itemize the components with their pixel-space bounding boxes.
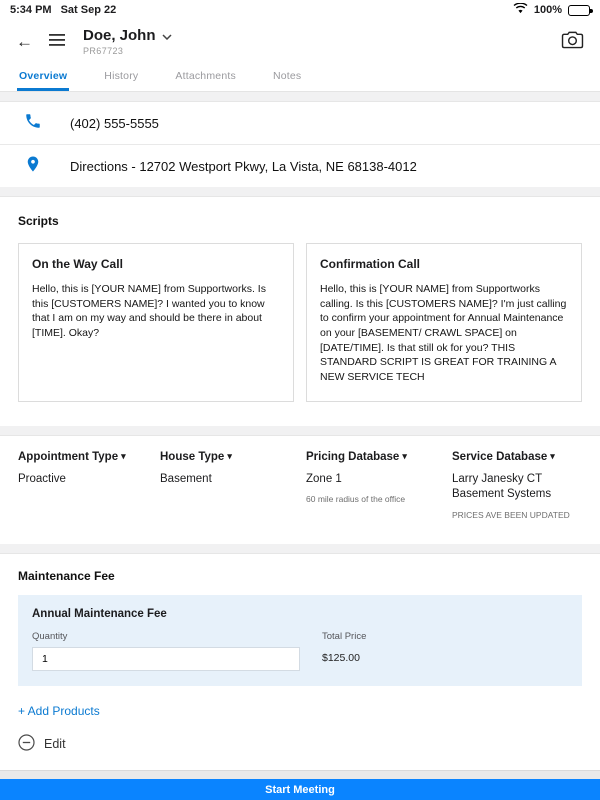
dropdown-arrow-icon: ▾ xyxy=(227,452,232,461)
back-button[interactable]: ← xyxy=(16,33,33,50)
dropdown-arrow-icon: ▾ xyxy=(121,452,126,461)
tab-history[interactable]: History xyxy=(102,61,140,91)
phone-icon xyxy=(24,112,42,135)
header: ← Doe, John PR67723 xyxy=(0,20,600,61)
script-card-body: Hello, this is [YOUR NAME] from Supportw… xyxy=(32,282,280,341)
directions-text: Directions - 12702 Westport Pkwy, La Vis… xyxy=(70,159,417,174)
dropdown-arrow-icon: ▾ xyxy=(402,452,407,461)
camera-button[interactable] xyxy=(561,30,584,54)
appointment-type-selector: Appointment Type ▾ Proactive xyxy=(18,451,160,520)
tab-overview[interactable]: Overview xyxy=(17,61,69,91)
total-price-value: $125.00 xyxy=(322,652,366,664)
quantity-input[interactable] xyxy=(32,647,300,671)
pricing-database-dropdown[interactable]: Pricing Database ▾ xyxy=(306,451,442,463)
service-database-value: Larry Janesky CT Basement Systems xyxy=(452,472,572,503)
empty-area xyxy=(0,770,600,779)
selectors-row: Appointment Type ▾ Proactive House Type … xyxy=(0,436,600,544)
hamburger-icon xyxy=(49,33,65,51)
service-database-note: PRICES AVE BEEN UPDATED xyxy=(452,510,572,520)
maintenance-fee-heading: Maintenance Fee xyxy=(18,569,582,583)
customer-name-dropdown[interactable]: Doe, John xyxy=(83,27,172,44)
appointment-type-value: Proactive xyxy=(18,472,150,488)
app-window: 5:34 PM Sat Sep 22 100% ← Doe, John xyxy=(0,0,600,800)
fee-item-title: Annual Maintenance Fee xyxy=(32,608,568,620)
script-card-title: On the Way Call xyxy=(32,257,280,271)
dropdown-arrow-icon: ▾ xyxy=(550,452,555,461)
pricing-database-note: 60 mile radius of the office xyxy=(306,494,442,504)
menu-button[interactable] xyxy=(49,33,65,51)
fee-card: Annual Maintenance Fee Quantity Total Pr… xyxy=(18,595,582,686)
status-bar: 5:34 PM Sat Sep 22 100% xyxy=(0,0,600,20)
camera-icon xyxy=(561,30,584,54)
house-type-selector: House Type ▾ Basement xyxy=(160,451,306,520)
back-arrow-icon: ← xyxy=(16,33,33,50)
service-database-selector: Service Database ▾ Larry Janesky CT Base… xyxy=(452,451,582,520)
add-products-link[interactable]: + Add Products xyxy=(0,686,600,720)
selector-label-text: Service Database xyxy=(452,451,547,463)
battery-icon xyxy=(568,5,590,16)
page-title: Doe, John xyxy=(83,27,156,44)
house-type-value: Basement xyxy=(160,472,296,488)
pricing-database-selector: Pricing Database ▾ Zone 1 60 mile radius… xyxy=(306,451,452,520)
tab-notes[interactable]: Notes xyxy=(271,61,303,91)
phone-row[interactable]: (402) 555-5555 xyxy=(0,102,600,144)
battery-percent: 100% xyxy=(534,4,562,16)
section-divider xyxy=(0,544,600,554)
selector-label-text: Pricing Database xyxy=(306,451,399,463)
script-card-confirmation: Confirmation Call Hello, this is [YOUR N… xyxy=(306,243,582,402)
directions-row[interactable]: Directions - 12702 Westport Pkwy, La Vis… xyxy=(0,145,600,187)
status-date: Sat Sep 22 xyxy=(61,4,117,16)
script-card-title: Confirmation Call xyxy=(320,257,568,271)
appointment-type-dropdown[interactable]: Appointment Type ▾ xyxy=(18,451,150,463)
tab-attachments[interactable]: Attachments xyxy=(173,61,238,91)
section-divider xyxy=(0,426,600,436)
tab-bar: Overview History Attachments Notes xyxy=(0,61,600,92)
script-card-body: Hello, this is [YOUR NAME] from Supportw… xyxy=(320,282,568,385)
selector-label-text: Appointment Type xyxy=(18,451,118,463)
edit-button[interactable]: Edit xyxy=(0,720,600,770)
section-divider xyxy=(0,92,600,102)
script-card-on-the-way: On the Way Call Hello, this is [YOUR NAM… xyxy=(18,243,294,402)
start-meeting-button[interactable]: Start Meeting xyxy=(0,779,600,800)
maintenance-fee-section: Maintenance Fee Annual Maintenance Fee Q… xyxy=(0,554,600,686)
scripts-heading: Scripts xyxy=(18,214,582,228)
minus-circle-icon xyxy=(18,734,35,754)
quantity-label: Quantity xyxy=(32,631,300,642)
service-database-dropdown[interactable]: Service Database ▾ xyxy=(452,451,572,463)
wifi-icon xyxy=(513,3,528,17)
selector-label-text: House Type xyxy=(160,451,224,463)
location-pin-icon xyxy=(24,155,42,178)
section-divider xyxy=(0,187,600,197)
total-price-label: Total Price xyxy=(322,631,366,642)
pricing-database-value: Zone 1 xyxy=(306,472,442,488)
record-id: PR67723 xyxy=(83,46,172,56)
chevron-down-icon xyxy=(162,27,172,44)
scripts-section: Scripts On the Way Call Hello, this is [… xyxy=(0,197,600,426)
status-time: 5:34 PM xyxy=(10,4,52,16)
edit-label: Edit xyxy=(44,737,66,751)
phone-number: (402) 555-5555 xyxy=(70,116,159,131)
house-type-dropdown[interactable]: House Type ▾ xyxy=(160,451,296,463)
title-block: Doe, John PR67723 xyxy=(83,27,172,56)
